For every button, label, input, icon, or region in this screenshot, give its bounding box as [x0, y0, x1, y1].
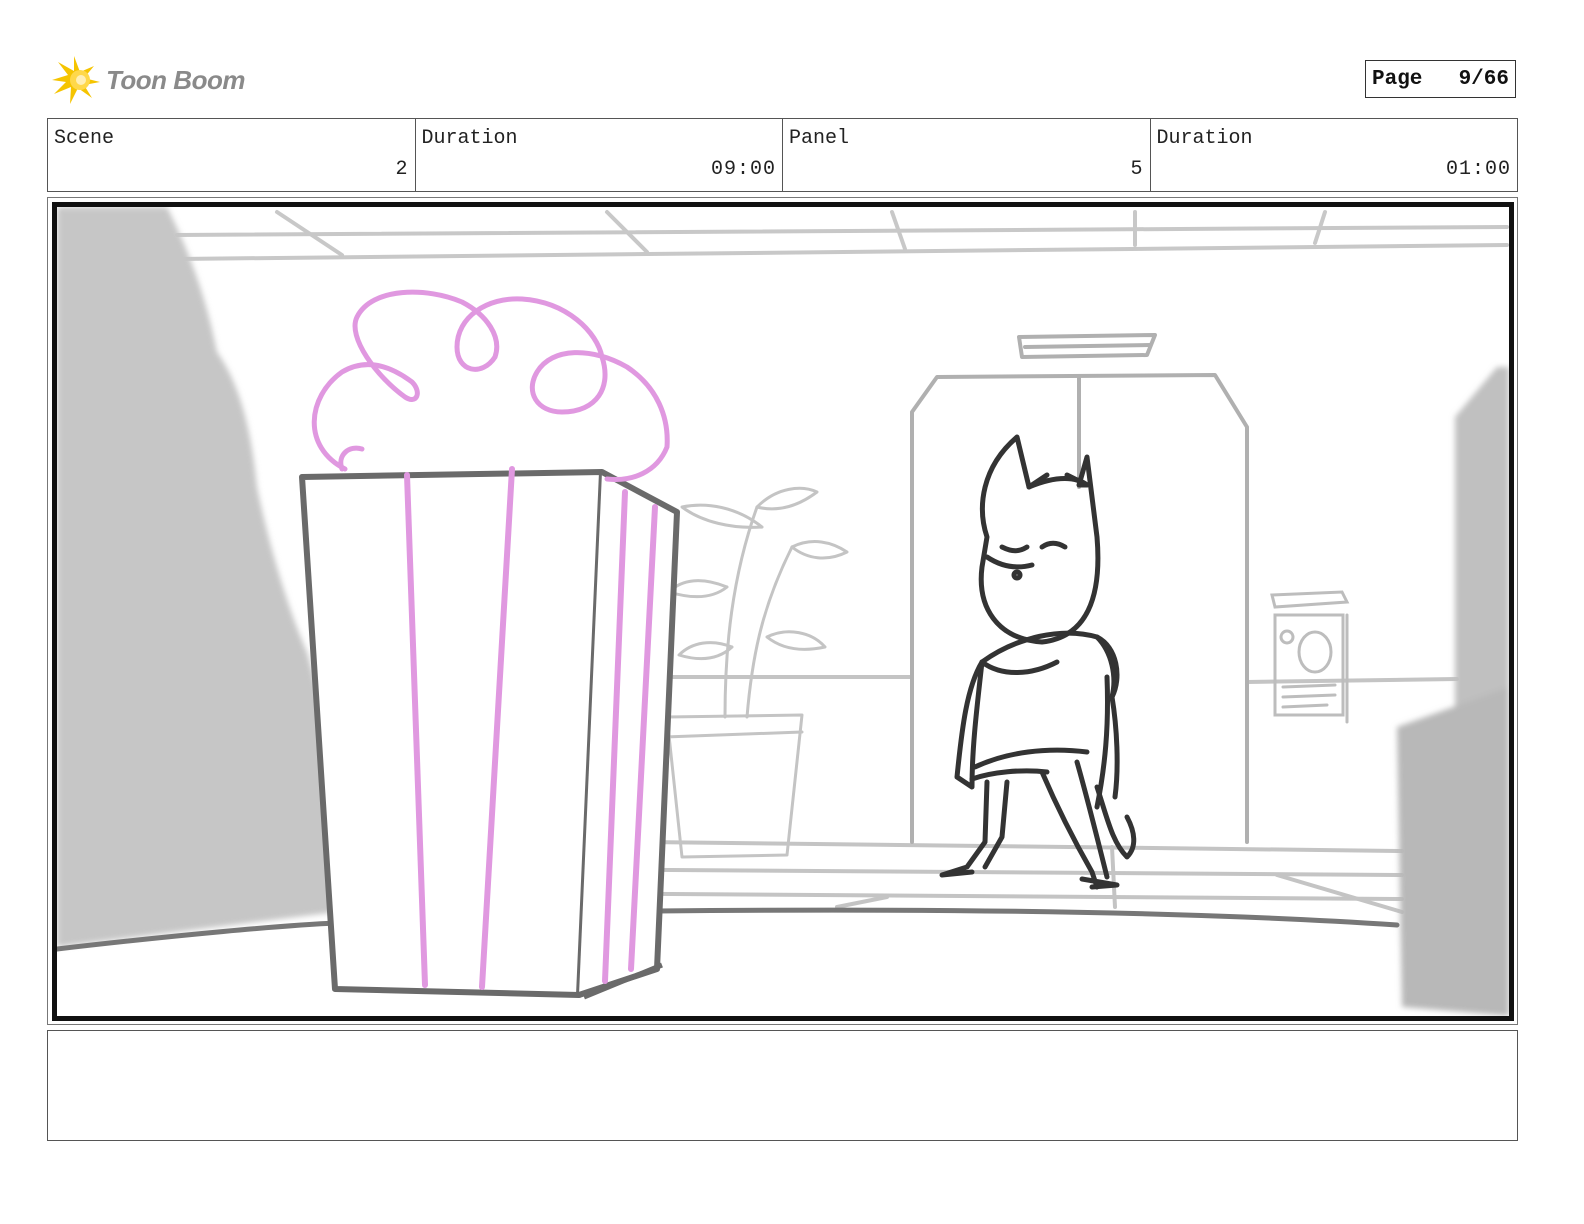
panel-label: Panel — [789, 127, 850, 150]
toon-boom-logo: Toon Boom — [50, 52, 250, 108]
foreground-boxes-right — [1397, 367, 1509, 1016]
logo-text: Toon Boom — [106, 64, 245, 95]
panel-info-table: Scene 2 Duration 09:00 Panel 5 Duration … — [47, 118, 1518, 192]
scene-duration-cell: Duration 09:00 — [416, 119, 783, 191]
panel-notes-box — [47, 1030, 1518, 1141]
scene-duration-value: 09:00 — [710, 158, 776, 181]
scene-label: Scene — [54, 127, 115, 150]
starburst-logo-icon — [52, 56, 100, 104]
storyboard-panel — [52, 202, 1514, 1021]
page-indicator: Page 9/66 — [1365, 60, 1516, 98]
potted-plant-sketch — [663, 486, 849, 859]
panel-value: 5 — [1130, 158, 1144, 181]
cat-character-sketch — [939, 434, 1137, 890]
panel-cell: Panel 5 — [783, 119, 1151, 191]
panel-duration-value: 01:00 — [1445, 158, 1511, 181]
panel-duration-cell: Duration 01:00 — [1151, 119, 1518, 191]
scene-duration-label: Duration — [421, 127, 518, 150]
page-label: Page — [1372, 67, 1423, 91]
foreground-shape-left — [57, 207, 340, 947]
popcorn-box-sketch — [299, 289, 680, 1000]
poster-sketch — [1270, 590, 1350, 724]
storyboard-sketch — [57, 207, 1509, 1016]
panel-duration-label: Duration — [1156, 127, 1253, 150]
page-number: 9/66 — [1458, 67, 1509, 91]
ceiling-sketch — [175, 210, 1509, 261]
scene-value: 2 — [395, 158, 409, 181]
scene-cell: Scene 2 — [48, 119, 416, 191]
